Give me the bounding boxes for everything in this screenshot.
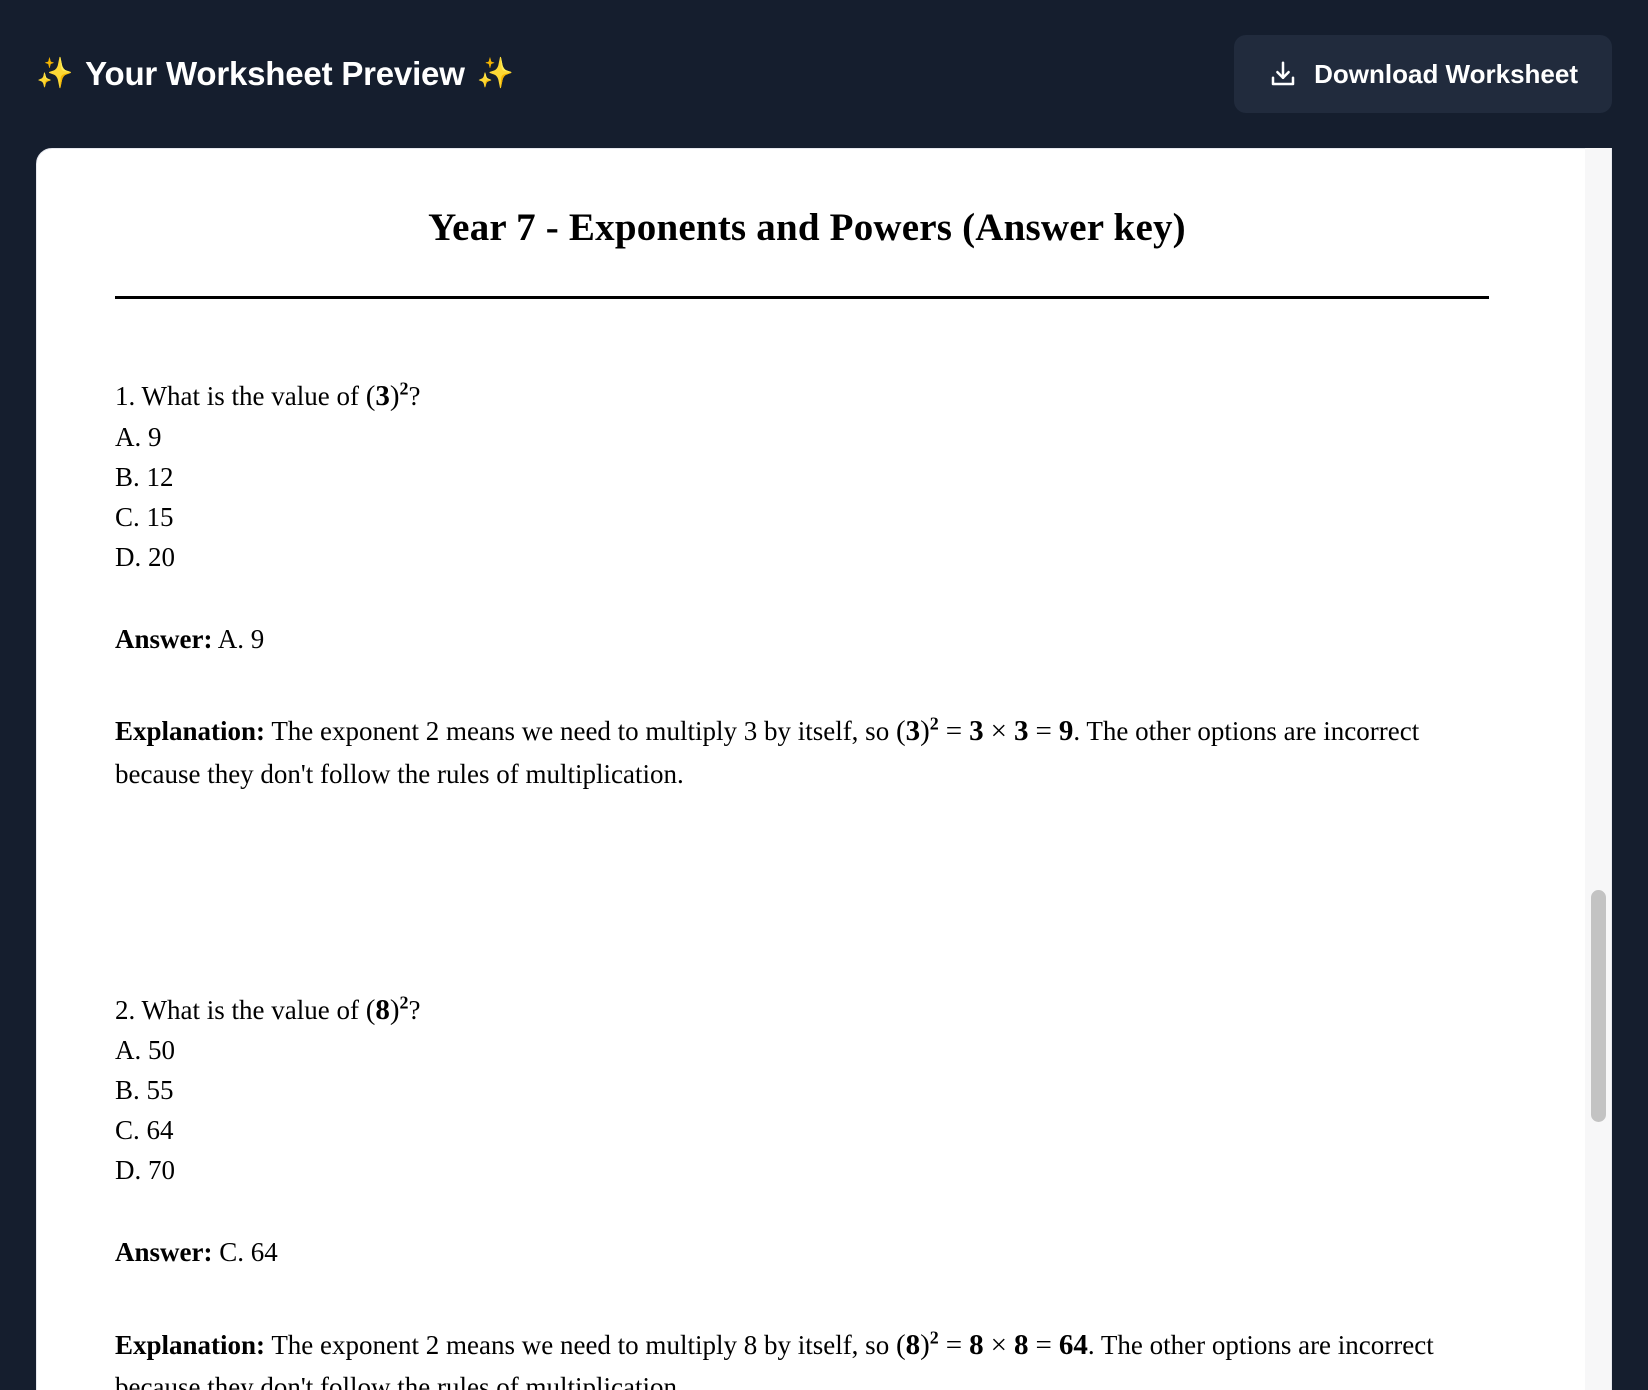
option-a[interactable]: A. 50 bbox=[115, 1031, 1499, 1071]
explanation-math: (8)2 = 8 × 8 = 64 bbox=[895, 1327, 1088, 1362]
math-base: 3 bbox=[375, 379, 390, 412]
question-number: 2. bbox=[115, 994, 136, 1025]
worksheet-card: Year 7 - Exponents and Powers (Answer ke… bbox=[36, 148, 1612, 1390]
math-result: 9 bbox=[1058, 715, 1074, 748]
math-base: 8 bbox=[375, 993, 390, 1026]
download-worksheet-button[interactable]: Download Worksheet bbox=[1234, 35, 1612, 113]
worksheet-title: Year 7 - Exponents and Powers (Answer ke… bbox=[428, 206, 1186, 249]
card-right-border bbox=[1611, 148, 1612, 1390]
sparkles-icon-right: ✨ bbox=[476, 57, 514, 90]
explanation-text-part1: The exponent 2 means we need to multiply… bbox=[271, 716, 890, 747]
math-base: 3 bbox=[905, 715, 921, 748]
math-factor-a: 8 bbox=[969, 1329, 984, 1362]
option-d[interactable]: D. 70 bbox=[115, 1151, 1499, 1191]
vertical-scrollbar[interactable] bbox=[1585, 148, 1611, 1390]
worksheet-preview-app: ✨ Your Worksheet Preview ✨ Download Work… bbox=[0, 0, 1648, 1390]
question-tail: ? bbox=[408, 994, 421, 1025]
question-prompt: 1. What is the value of (3)2? bbox=[115, 375, 1499, 418]
math-exponent: 2 bbox=[929, 1327, 939, 1348]
question-math: (8)2 bbox=[365, 991, 409, 1026]
option-b[interactable]: B. 12 bbox=[115, 458, 1499, 498]
answer-value: C. 64 bbox=[219, 1237, 278, 1268]
math-equals-2: = bbox=[1035, 1329, 1052, 1362]
math-base: 8 bbox=[905, 1329, 921, 1362]
explanation-label: Explanation: bbox=[115, 1330, 266, 1361]
worksheet-scroll-area[interactable]: Year 7 - Exponents and Powers (Answer ke… bbox=[37, 149, 1577, 1390]
answer-line: Answer: C. 64 bbox=[115, 1233, 1499, 1273]
answer-line: Answer: A. 9 bbox=[115, 620, 1499, 660]
math-equals-1: = bbox=[945, 1329, 963, 1362]
explanation-label: Explanation: bbox=[115, 716, 266, 747]
question-text: What is the value of bbox=[141, 380, 359, 411]
page-title: ✨ Your Worksheet Preview ✨ bbox=[36, 55, 514, 93]
download-button-label: Download Worksheet bbox=[1314, 58, 1578, 89]
explanation-line: Explanation: The exponent 2 means we nee… bbox=[115, 1323, 1495, 1390]
answer-value: A. 9 bbox=[217, 623, 265, 654]
math-factor-b: 8 bbox=[1014, 1329, 1029, 1362]
answer-label: Answer: bbox=[115, 623, 213, 654]
math-times: × bbox=[990, 1329, 1007, 1362]
math-times: × bbox=[990, 715, 1007, 748]
question-number: 1. bbox=[115, 380, 136, 411]
question-text: What is the value of bbox=[141, 994, 359, 1025]
app-header: ✨ Your Worksheet Preview ✨ Download Work… bbox=[0, 0, 1648, 148]
math-exponent: 2 bbox=[399, 378, 409, 399]
question-tail: ? bbox=[408, 380, 421, 411]
math-factor-a: 3 bbox=[969, 715, 984, 748]
scrollbar-thumb[interactable] bbox=[1591, 890, 1606, 1122]
question-block: 2. What is the value of (8)2? A. 50 B. 5… bbox=[115, 795, 1499, 1390]
math-exponent: 2 bbox=[399, 991, 409, 1012]
explanation-math: (3)2 = 3 × 3 = 9 bbox=[895, 713, 1074, 748]
math-equals-1: = bbox=[945, 715, 963, 748]
question-prompt: 2. What is the value of (8)2? bbox=[115, 989, 1499, 1032]
download-icon bbox=[1268, 59, 1298, 89]
option-c[interactable]: C. 15 bbox=[115, 498, 1499, 538]
option-b[interactable]: B. 55 bbox=[115, 1071, 1499, 1111]
explanation-text-part1: The exponent 2 means we need to multiply… bbox=[271, 1330, 890, 1361]
answer-label: Answer: bbox=[115, 1237, 213, 1268]
math-exponent: 2 bbox=[929, 713, 939, 734]
sparkles-icon-left: ✨ bbox=[36, 57, 74, 90]
page-title-text: Your Worksheet Preview bbox=[85, 55, 465, 92]
option-c[interactable]: C. 64 bbox=[115, 1111, 1499, 1151]
question-math: (3)2 bbox=[365, 378, 409, 412]
option-d[interactable]: D. 20 bbox=[115, 538, 1499, 578]
math-result: 64 bbox=[1058, 1329, 1088, 1362]
option-a[interactable]: A. 9 bbox=[115, 418, 1499, 458]
explanation-line: Explanation: The exponent 2 means we nee… bbox=[115, 709, 1495, 794]
math-equals-2: = bbox=[1035, 715, 1052, 748]
worksheet-document: Year 7 - Exponents and Powers (Answer ke… bbox=[37, 205, 1577, 1390]
math-factor-b: 3 bbox=[1014, 715, 1029, 748]
question-block: 1. What is the value of (3)2? A. 9 B. 12… bbox=[115, 299, 1499, 795]
